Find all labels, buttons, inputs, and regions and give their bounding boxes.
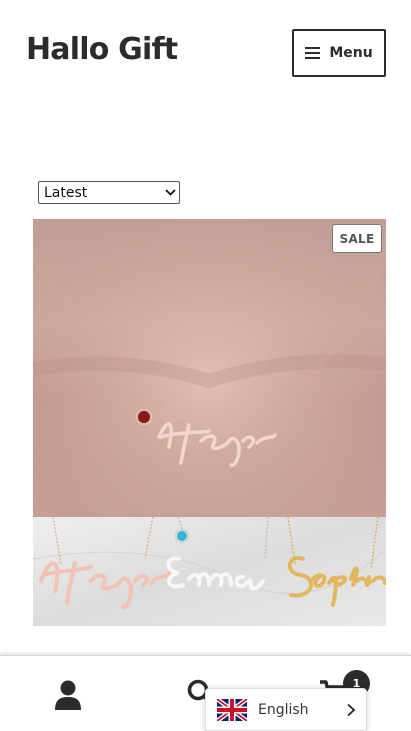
product-image[interactable] <box>33 219 386 626</box>
user-icon[interactable] <box>53 679 83 711</box>
menu-icon <box>305 47 321 59</box>
chevron-right-icon <box>347 703 356 716</box>
chevron-down-icon <box>161 189 179 196</box>
site-header: Hallo Gift Menu <box>0 0 411 100</box>
site-title[interactable]: Hallo Gift <box>26 30 178 70</box>
language-label: English <box>258 701 309 718</box>
sort-select[interactable]: Latest <box>38 181 180 204</box>
sale-badge: SALE <box>332 224 382 253</box>
menu-button[interactable]: Menu <box>292 29 386 77</box>
uk-flag-icon <box>217 698 247 721</box>
sort-selected-value: Latest <box>44 184 88 201</box>
menu-button-label: Menu <box>329 45 373 61</box>
language-switcher[interactable]: English <box>205 688 367 731</box>
